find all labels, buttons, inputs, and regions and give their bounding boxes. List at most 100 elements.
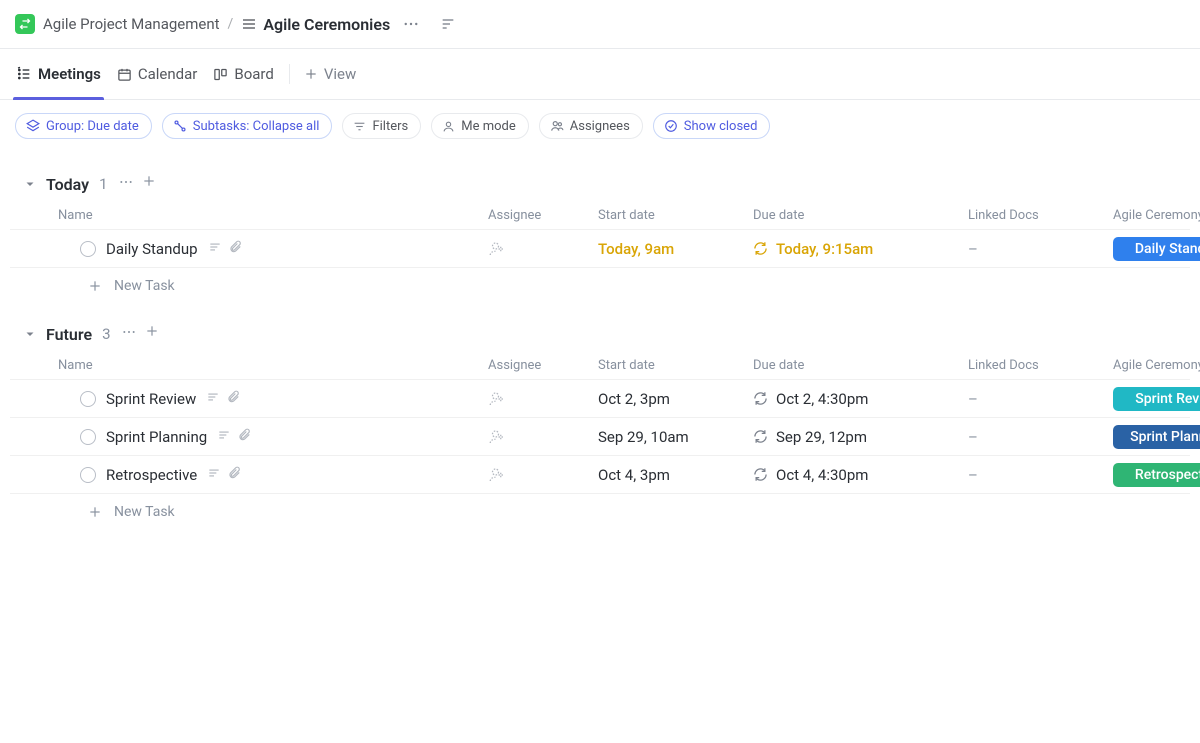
add-assignee-button[interactable] <box>488 390 590 408</box>
group-title[interactable]: Today <box>46 175 89 194</box>
tab-meetings[interactable]: Meetings <box>15 49 102 99</box>
me-mode-pill[interactable]: Me mode <box>431 113 529 139</box>
due-date-cell[interactable]: Oct 2, 4:30pm <box>749 390 964 408</box>
new-task-button[interactable]: New Task <box>10 494 1190 530</box>
task-group: Future3 NameAssigneeStart dateDue dateLin… <box>10 304 1190 530</box>
description-icon[interactable] <box>208 240 222 258</box>
task-name[interactable]: Daily Standup <box>106 240 198 258</box>
status-circle[interactable] <box>80 467 96 483</box>
breadcrumb-separator: / <box>228 16 234 32</box>
group-header: Today1 <box>10 154 1190 202</box>
filter-icon <box>353 120 366 133</box>
task-row[interactable]: RetrospectiveOct 4, 3pmOct 4, 4:30pm–Ret… <box>10 456 1190 494</box>
group-header: Future3 <box>10 304 1190 352</box>
subtask-icon <box>173 119 187 133</box>
ceremony-cell[interactable]: Sprint Review <box>1109 387 1200 411</box>
th-assignee[interactable]: Assignee <box>484 358 594 373</box>
add-assignee-button[interactable] <box>488 428 590 446</box>
add-assignee-button[interactable] <box>488 466 590 484</box>
status-circle[interactable] <box>80 391 96 407</box>
ceremony-cell[interactable]: Sprint Planning <box>1109 425 1200 449</box>
breadcrumb-workspace[interactable]: Agile Project Management <box>43 15 220 33</box>
th-ceremony[interactable]: Agile Ceremony <box>1109 208 1200 223</box>
linked-docs-cell[interactable]: – <box>964 240 1109 258</box>
due-date-cell[interactable]: Oct 4, 4:30pm <box>749 466 964 484</box>
tab-divider <box>289 64 290 84</box>
due-date-cell[interactable]: Sep 29, 12pm <box>749 428 964 446</box>
th-start[interactable]: Start date <box>594 358 749 373</box>
group-add-icon[interactable] <box>142 174 156 194</box>
description-icon[interactable] <box>206 390 220 408</box>
task-row[interactable]: Sprint ReviewOct 2, 3pmOct 2, 4:30pm–Spr… <box>10 380 1190 418</box>
list-content: Today1NameAssigneeStart dateDue dateLink… <box>0 142 1200 550</box>
check-circle-icon <box>664 119 678 133</box>
assignees-pill[interactable]: Assignees <box>539 113 643 139</box>
status-circle[interactable] <box>80 241 96 257</box>
recurring-icon <box>753 429 768 444</box>
attachment-icon[interactable] <box>226 390 240 408</box>
th-docs[interactable]: Linked Docs <box>964 208 1109 223</box>
add-assignee-button[interactable] <box>488 240 590 258</box>
start-date-cell[interactable]: Sep 29, 10am <box>594 428 749 446</box>
collapse-caret-icon[interactable] <box>24 328 36 340</box>
th-assignee[interactable]: Assignee <box>484 208 594 223</box>
layers-icon <box>26 119 40 133</box>
task-group: Today1NameAssigneeStart dateDue dateLink… <box>10 154 1190 304</box>
task-name[interactable]: Retrospective <box>106 466 197 484</box>
th-name[interactable]: Name <box>54 358 484 373</box>
start-date-cell[interactable]: Oct 4, 3pm <box>594 466 749 484</box>
people-icon <box>550 119 564 133</box>
ceremony-badge[interactable]: Retrospective <box>1113 463 1200 487</box>
group-add-icon[interactable] <box>145 324 159 344</box>
filters-pill[interactable]: Filters <box>342 113 421 139</box>
th-due[interactable]: Due date <box>749 358 964 373</box>
th-start[interactable]: Start date <box>594 208 749 223</box>
group-more-icon[interactable] <box>121 324 137 344</box>
tab-board[interactable]: Board <box>212 49 274 99</box>
linked-docs-cell[interactable]: – <box>964 390 1109 408</box>
due-date-cell[interactable]: Today, 9:15am <box>749 240 964 258</box>
th-due[interactable]: Due date <box>749 208 964 223</box>
recurring-icon <box>753 467 768 482</box>
task-name[interactable]: Sprint Review <box>106 390 196 408</box>
task-name[interactable]: Sprint Planning <box>106 428 207 446</box>
recurring-icon <box>753 391 768 406</box>
new-task-button[interactable]: New Task <box>10 268 1190 304</box>
ceremony-badge[interactable]: Sprint Planning <box>1113 425 1200 449</box>
sort-icon[interactable] <box>436 12 460 36</box>
group-pill[interactable]: Group: Due date <box>15 113 152 139</box>
group-title[interactable]: Future <box>46 325 92 344</box>
show-closed-pill[interactable]: Show closed <box>653 113 771 139</box>
attachment-icon[interactable] <box>228 240 242 258</box>
add-view-button[interactable]: View <box>304 65 356 83</box>
ceremony-badge[interactable]: Sprint Review <box>1113 387 1200 411</box>
tab-calendar[interactable]: Calendar <box>116 49 199 99</box>
person-icon <box>442 120 455 133</box>
task-row[interactable]: Daily StandupToday, 9amToday, 9:15am–Dai… <box>10 230 1190 268</box>
linked-docs-cell[interactable]: – <box>964 428 1109 446</box>
column-header: NameAssigneeStart dateDue dateLinked Doc… <box>10 202 1190 230</box>
filter-bar: Group: Due date Subtasks: Collapse all F… <box>0 100 1200 142</box>
subtasks-pill[interactable]: Subtasks: Collapse all <box>162 113 333 139</box>
status-circle[interactable] <box>80 429 96 445</box>
start-date-cell[interactable]: Oct 2, 3pm <box>594 390 749 408</box>
description-icon[interactable] <box>217 428 231 446</box>
ceremony-cell[interactable]: Retrospective <box>1109 463 1200 487</box>
breadcrumb: Agile Project Management / Agile Ceremon… <box>0 0 1200 49</box>
linked-docs-cell[interactable]: – <box>964 466 1109 484</box>
group-more-icon[interactable] <box>118 174 134 194</box>
th-ceremony[interactable]: Agile Ceremony <box>1109 358 1200 373</box>
ceremony-cell[interactable]: Daily Standup <box>1109 237 1200 261</box>
ceremony-badge[interactable]: Daily Standup <box>1113 237 1200 261</box>
recurring-icon <box>753 241 768 256</box>
attachment-icon[interactable] <box>227 466 241 484</box>
th-docs[interactable]: Linked Docs <box>964 358 1109 373</box>
task-row[interactable]: Sprint Planning Sep 29, 10amSep 29, 12pm–… <box>10 418 1190 456</box>
breadcrumb-page[interactable]: Agile Ceremonies <box>241 15 390 34</box>
start-date-cell[interactable]: Today, 9am <box>594 240 749 258</box>
more-menu-icon[interactable] <box>398 11 424 37</box>
description-icon[interactable] <box>207 466 221 484</box>
collapse-caret-icon[interactable] <box>24 178 36 190</box>
attachment-icon[interactable] <box>237 428 251 446</box>
th-name[interactable]: Name <box>54 208 484 223</box>
